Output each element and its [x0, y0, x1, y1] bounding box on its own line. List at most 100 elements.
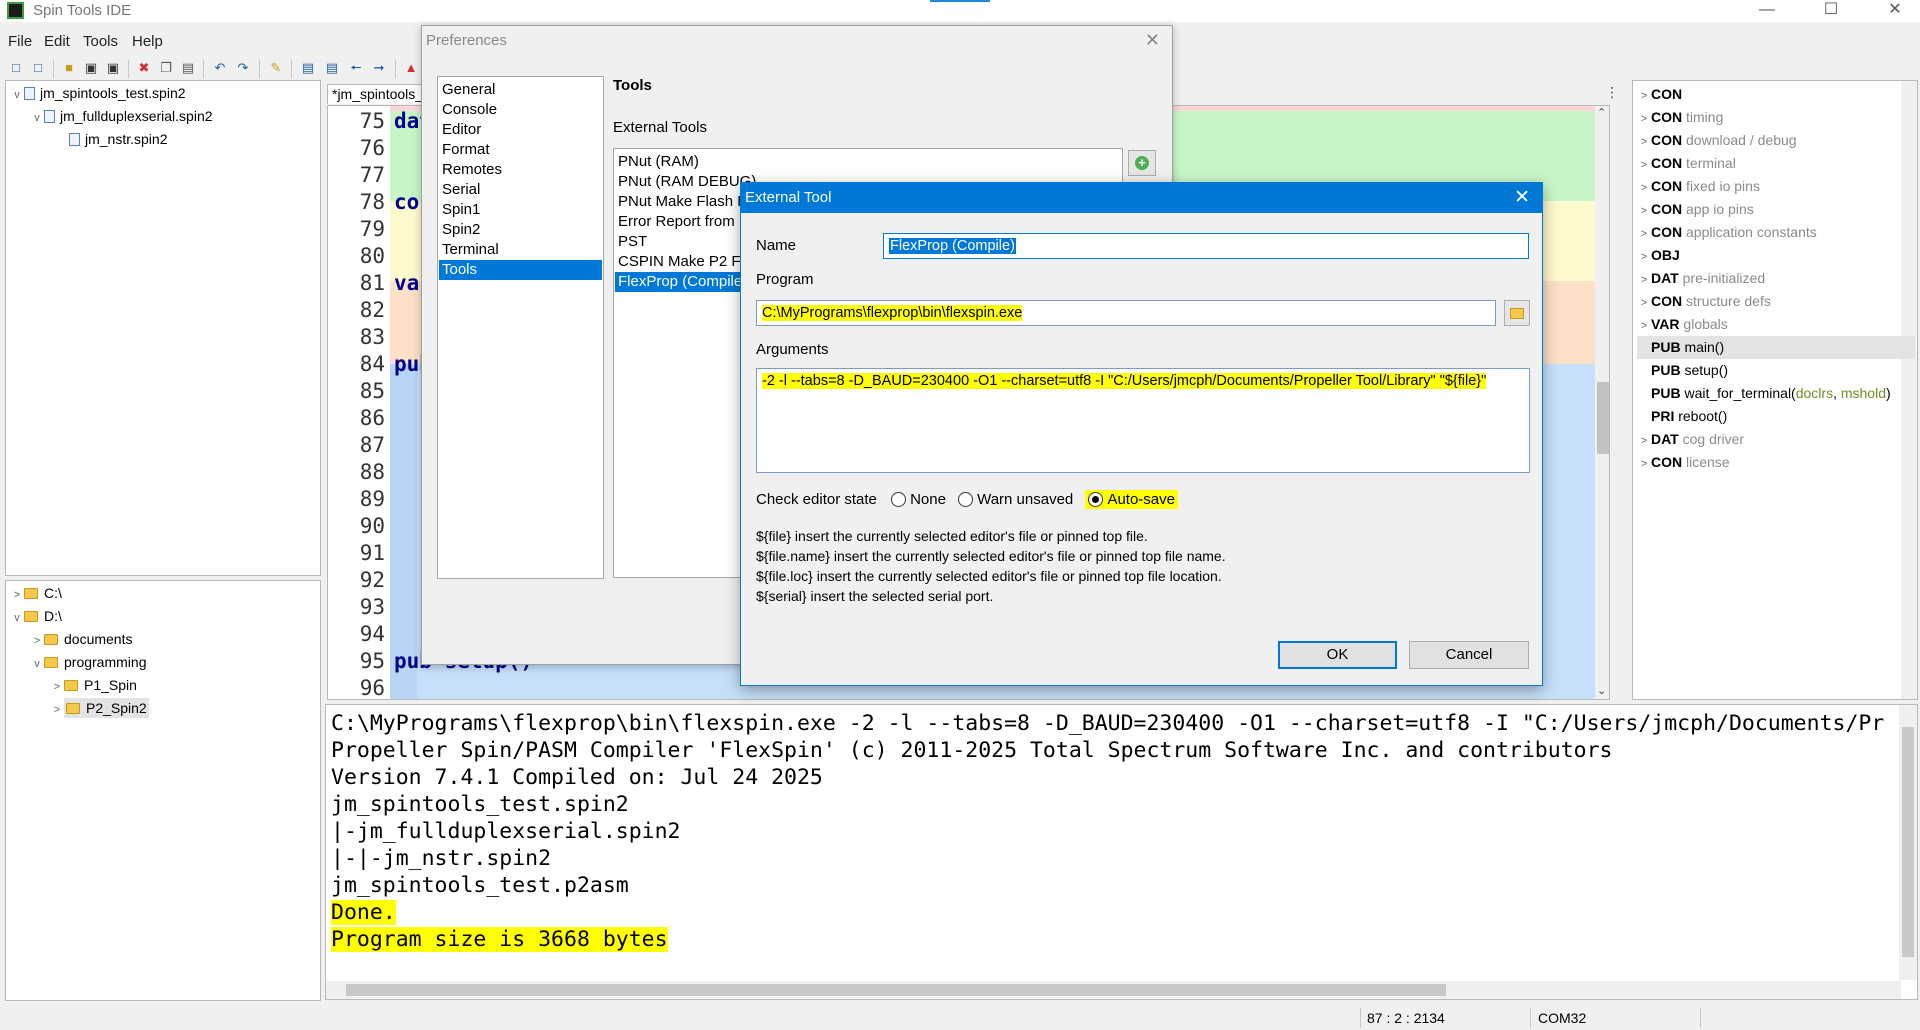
- preferences-category-tools[interactable]: Tools: [439, 260, 602, 280]
- ok-button[interactable]: OK: [1278, 641, 1397, 669]
- new-file-icon[interactable]: □: [8, 60, 24, 76]
- outline-item[interactable]: PRI reboot(): [1637, 405, 1915, 428]
- tree-item-serial[interactable]: v jm_fullduplexserial.spin2: [30, 105, 212, 129]
- chevron-right-icon[interactable]: >: [1637, 223, 1651, 246]
- radio-none[interactable]: None: [891, 491, 946, 508]
- outline-item[interactable]: > CON app io pins: [1637, 198, 1915, 221]
- chevron-right-icon[interactable]: >: [1637, 430, 1651, 453]
- outline-item[interactable]: > CON download / debug: [1637, 129, 1915, 152]
- menu-edit[interactable]: Edit: [44, 33, 70, 50]
- chevron-right-icon[interactable]: >: [30, 630, 44, 652]
- tree-item-nstr[interactable]: jm_nstr.spin2: [69, 128, 167, 150]
- paste-icon[interactable]: ▤: [180, 60, 196, 76]
- outline-item[interactable]: > DAT pre-initialized: [1637, 267, 1915, 290]
- maximize-icon[interactable]: ☐: [1808, 0, 1854, 22]
- console-horizontal-scrollbar[interactable]: [326, 981, 1901, 999]
- preferences-category-terminal[interactable]: Terminal: [439, 240, 602, 260]
- preferences-category-console[interactable]: Console: [439, 100, 602, 120]
- preferences-category-serial[interactable]: Serial: [439, 180, 602, 200]
- tree-item-main[interactable]: v jm_spintools_test.spin2: [10, 82, 185, 106]
- external-tool-item[interactable]: PNut (RAM): [615, 152, 1121, 172]
- save-icon[interactable]: ▣: [83, 60, 99, 76]
- open-folder-icon[interactable]: ■: [61, 60, 77, 76]
- chevron-down-icon[interactable]: v: [30, 107, 44, 129]
- copy-icon[interactable]: ❐: [158, 60, 174, 76]
- editor-vertical-scrollbar[interactable]: ⌃ ⌄: [1595, 106, 1609, 699]
- forward-arrow-icon[interactable]: ➞: [371, 60, 387, 76]
- name-field[interactable]: FlexProp (Compile): [883, 233, 1529, 259]
- chevron-right-icon[interactable]: >: [1637, 177, 1651, 200]
- preferences-category-format[interactable]: Format: [439, 140, 602, 160]
- editor-menu-icon[interactable]: ⋮: [1605, 84, 1619, 101]
- chevron-right-icon[interactable]: >: [10, 584, 24, 606]
- menu-file[interactable]: File: [8, 33, 32, 50]
- radio-warn-unsaved[interactable]: Warn unsaved: [958, 491, 1073, 508]
- serial-port[interactable]: COM32: [1538, 1010, 1586, 1026]
- outline-item[interactable]: PUB wait_for_terminal(doclrs, mshold): [1637, 382, 1915, 405]
- outline-item[interactable]: > CON license: [1637, 451, 1915, 474]
- console-scroll-thumb[interactable]: [1902, 727, 1914, 957]
- radio-warn-indicator[interactable]: [958, 492, 974, 507]
- chevron-right-icon[interactable]: >: [1637, 108, 1651, 131]
- external-tool-close-icon[interactable]: ✕: [1514, 186, 1530, 209]
- close-icon[interactable]: ✕: [1872, 0, 1918, 22]
- tree-item-programming[interactable]: v programming: [30, 651, 146, 673]
- chevron-right-icon[interactable]: >: [50, 676, 64, 698]
- tree-item-drive-c[interactable]: > C:\: [10, 582, 62, 604]
- tree-item-documents[interactable]: > documents: [30, 628, 133, 652]
- chevron-right-icon[interactable]: >: [50, 699, 64, 721]
- minimize-icon[interactable]: —: [1744, 0, 1790, 22]
- chevron-down-icon[interactable]: v: [30, 653, 44, 675]
- menu-help[interactable]: Help: [132, 33, 163, 50]
- outline-item[interactable]: > CON fixed io pins: [1637, 175, 1915, 198]
- radio-none-indicator[interactable]: [891, 492, 907, 507]
- chevron-right-icon[interactable]: >: [1637, 453, 1651, 476]
- outline-item[interactable]: > CON: [1637, 83, 1915, 106]
- radio-auto-save[interactable]: Auto-save: [1085, 490, 1178, 509]
- scroll-down-icon[interactable]: ⌄: [1597, 684, 1606, 697]
- redo-icon[interactable]: ↷: [235, 60, 251, 76]
- chevron-right-icon[interactable]: >: [1637, 269, 1651, 292]
- chevron-right-icon[interactable]: >: [1637, 154, 1651, 177]
- outline-item[interactable]: PUB setup(): [1637, 359, 1915, 382]
- tree-item-p2-spin2[interactable]: > P2_Spin2: [50, 697, 149, 719]
- radio-autosave-indicator[interactable]: [1088, 492, 1104, 507]
- outline-item[interactable]: > CON structure defs: [1637, 290, 1915, 313]
- browse-button[interactable]: [1504, 300, 1530, 326]
- outline-item[interactable]: PUB main(): [1637, 336, 1915, 359]
- format-brush-icon[interactable]: ✎: [268, 60, 284, 76]
- chevron-right-icon[interactable]: >: [1637, 200, 1651, 223]
- outline-item[interactable]: > CON application constants: [1637, 221, 1915, 244]
- arguments-field[interactable]: -2 -l --tabs=8 -D_BAUD=230400 -O1 --char…: [756, 368, 1530, 473]
- editor-scroll-thumb[interactable]: [1597, 382, 1609, 454]
- console-vertical-scrollbar[interactable]: [1899, 705, 1917, 980]
- tab-editor-file[interactable]: *jm_spintools_: [327, 84, 427, 104]
- preferences-category-general[interactable]: General: [439, 80, 602, 100]
- upload-icon[interactable]: ▲: [403, 60, 419, 76]
- cancel-button[interactable]: Cancel: [1409, 641, 1529, 669]
- tree-item-p1-spin[interactable]: > P1_Spin: [50, 674, 137, 696]
- preferences-category-editor[interactable]: Editor: [439, 120, 602, 140]
- outline-item[interactable]: > DAT cog driver: [1637, 428, 1915, 451]
- back-arrow-icon[interactable]: 🠔: [348, 60, 364, 76]
- preferences-category-spin2[interactable]: Spin2: [439, 220, 602, 240]
- tree-item-drive-d[interactable]: v D:\: [10, 605, 62, 627]
- console-hscroll-thumb[interactable]: [346, 984, 1446, 996]
- next-marker-icon[interactable]: ▤: [324, 60, 340, 76]
- menu-tools[interactable]: Tools: [83, 33, 118, 50]
- chevron-down-icon[interactable]: v: [10, 84, 24, 106]
- scroll-up-icon[interactable]: ⌃: [1597, 106, 1606, 119]
- outline-item[interactable]: > CON terminal: [1637, 152, 1915, 175]
- outline-item[interactable]: > OBJ: [1637, 244, 1915, 267]
- chevron-right-icon[interactable]: >: [1637, 246, 1651, 269]
- new-file-alt-icon[interactable]: □: [30, 60, 46, 76]
- chevron-down-icon[interactable]: v: [10, 607, 24, 629]
- add-tool-button[interactable]: +: [1128, 150, 1156, 176]
- preferences-category-spin1[interactable]: Spin1: [439, 200, 602, 220]
- outline-item[interactable]: > VAR globals: [1637, 313, 1915, 336]
- preferences-close-icon[interactable]: ✕: [1145, 30, 1160, 51]
- cut-icon[interactable]: ✖: [136, 60, 152, 76]
- chevron-right-icon[interactable]: >: [1637, 292, 1651, 315]
- prev-marker-icon[interactable]: ▤: [300, 60, 316, 76]
- chevron-right-icon[interactable]: >: [1637, 315, 1651, 338]
